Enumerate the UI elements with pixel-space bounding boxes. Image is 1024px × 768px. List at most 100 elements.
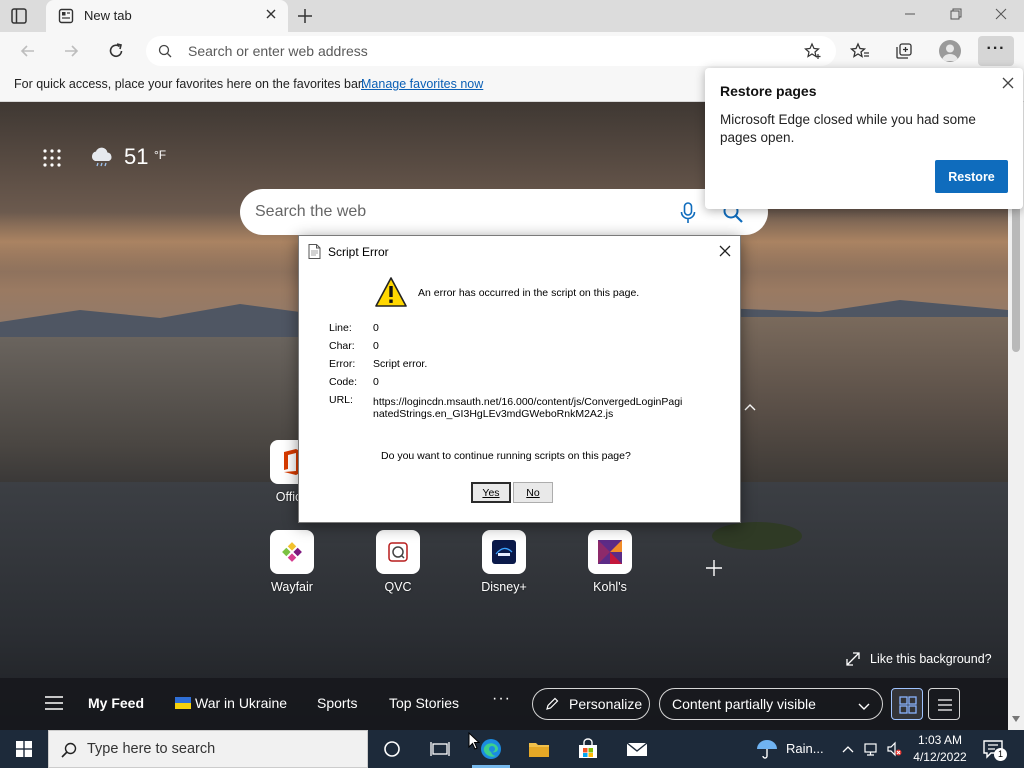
personalize-button[interactable]: Personalize (532, 688, 650, 720)
notification-count-badge: 1 (994, 748, 1007, 761)
tab-actions-icon[interactable] (10, 7, 28, 25)
store-bag-icon[interactable] (577, 738, 599, 760)
url-value: https://logincdn.msauth.net/16.000/conte… (373, 396, 683, 420)
char-value: 0 (373, 340, 379, 352)
grid-icon (899, 696, 917, 714)
volume-muted-icon[interactable] (886, 741, 902, 757)
tab-new-tab[interactable]: New tab (46, 0, 288, 32)
clock-date[interactable]: 4/12/2022 (911, 750, 969, 764)
minimize-icon[interactable] (902, 6, 918, 22)
line-label: Line: (329, 322, 352, 334)
umbrella-weather-icon[interactable] (756, 738, 778, 760)
quicklink-wayfair[interactable]: Wayfair (262, 530, 322, 594)
weather-temperature[interactable]: 51 (124, 144, 148, 170)
address-bar[interactable] (146, 36, 836, 66)
background-island (712, 522, 802, 550)
restore-pages-flyout: Restore pages Microsoft Edge closed whil… (705, 68, 1023, 209)
rain-cloud-icon[interactable] (89, 147, 115, 167)
feed-more-button[interactable]: ··· (492, 690, 511, 708)
tab-strip: New tab (0, 0, 1024, 32)
cortana-icon[interactable] (381, 738, 403, 760)
edge-browser-icon[interactable] (480, 738, 502, 760)
quicklink-disney[interactable]: Disney+ (474, 530, 534, 594)
quicklink-label: Kohl's (593, 580, 627, 594)
feed-tab-war-in-ukraine[interactable]: War in Ukraine (195, 695, 287, 711)
chevron-up-icon[interactable] (840, 741, 856, 757)
taskbar-weather-label[interactable]: Rain... (786, 741, 824, 756)
feed-bar: My Feed War in Ukraine Sports Top Storie… (0, 678, 1008, 730)
no-button[interactable]: No (513, 482, 553, 503)
error-message: An error has occurred in the script on t… (418, 287, 640, 299)
taskbar-search-input[interactable] (87, 731, 357, 767)
taskbar-search-box[interactable] (48, 730, 368, 768)
refresh-icon[interactable] (106, 41, 126, 61)
quicklink-label: Wayfair (271, 580, 313, 594)
close-window-icon[interactable] (993, 6, 1009, 22)
content-visibility-dropdown[interactable]: Content partially visible (659, 688, 883, 720)
kohls-logo-icon (588, 530, 632, 574)
error-label: Error: (329, 358, 356, 370)
wayfair-logo-icon (270, 530, 314, 574)
collections-icon[interactable] (894, 41, 914, 61)
web-search-input[interactable] (255, 189, 665, 235)
pencil-icon (545, 697, 559, 711)
dialog-title: Script Error (328, 245, 389, 259)
close-icon[interactable] (1001, 76, 1015, 90)
char-label: Char: (329, 340, 355, 352)
restore-window-icon[interactable] (948, 6, 964, 22)
windows-start-icon[interactable] (16, 741, 32, 757)
new-tab-page-icon (58, 8, 74, 24)
like-background-label: Like this background? (870, 652, 992, 666)
task-view-icon[interactable] (429, 738, 451, 760)
url-label: URL: (329, 394, 353, 406)
list-layout-button[interactable] (928, 688, 960, 720)
grid-layout-button[interactable] (891, 688, 923, 720)
chevron-down-icon (858, 699, 870, 710)
app-launcher-icon[interactable] (42, 148, 62, 168)
manage-favorites-link[interactable]: Manage favorites now (361, 77, 483, 91)
quicklink-qvc[interactable]: QVC (368, 530, 428, 594)
scroll-down-icon[interactable] (1012, 716, 1020, 722)
microphone-icon[interactable] (678, 202, 698, 224)
ukraine-flag-icon (175, 697, 191, 709)
content-visibility-label: Content partially visible (672, 696, 816, 712)
error-value: Script error. (373, 358, 428, 370)
quicklink-kohls[interactable]: Kohl's (580, 530, 640, 594)
menu-hamburger-icon[interactable] (44, 695, 64, 711)
favorites-icon[interactable] (849, 41, 870, 61)
script-error-dialog: Script Error An error has occurred in th… (298, 235, 741, 523)
document-icon (308, 244, 321, 259)
personalize-label: Personalize (569, 696, 643, 712)
restore-button[interactable]: Restore (935, 160, 1008, 193)
line-value: 0 (373, 322, 379, 334)
yes-button[interactable]: Yes (471, 482, 511, 503)
add-favorite-star-icon[interactable] (804, 42, 822, 60)
mouse-pointer-icon (468, 732, 480, 750)
restore-pages-title: Restore pages (720, 83, 817, 99)
weather-unit: °F (154, 148, 167, 162)
list-icon (938, 699, 952, 711)
qvc-logo-icon (376, 530, 420, 574)
network-icon[interactable] (863, 741, 879, 757)
close-tab-icon[interactable] (264, 7, 278, 21)
restore-pages-message: Microsoft Edge closed while you had some… (720, 112, 976, 145)
profile-avatar[interactable] (939, 40, 961, 62)
address-input[interactable] (188, 36, 748, 66)
web-search-box[interactable] (240, 189, 768, 235)
file-explorer-icon[interactable] (528, 738, 550, 760)
settings-and-more-button[interactable]: ··· (978, 36, 1014, 66)
clock-time[interactable]: 1:03 AM (916, 733, 964, 747)
forward-arrow-icon[interactable] (61, 41, 81, 61)
tab-title: New tab (84, 8, 132, 23)
feed-tab-top-stories[interactable]: Top Stories (389, 695, 459, 711)
close-icon[interactable] (718, 244, 732, 258)
quicklink-label: QVC (384, 580, 412, 594)
taskbar: Rain... 1:03 AM 4/12/2022 1 (0, 730, 1024, 768)
feed-tab-my-feed[interactable]: My Feed (88, 695, 144, 711)
feed-tab-sports[interactable]: Sports (317, 695, 357, 711)
back-arrow-icon[interactable] (18, 41, 38, 61)
mail-icon[interactable] (626, 738, 648, 760)
add-quicklink-plus-icon[interactable] (704, 558, 724, 578)
new-tab-plus-icon[interactable] (296, 7, 314, 25)
chevron-up-icon[interactable] (742, 400, 758, 416)
